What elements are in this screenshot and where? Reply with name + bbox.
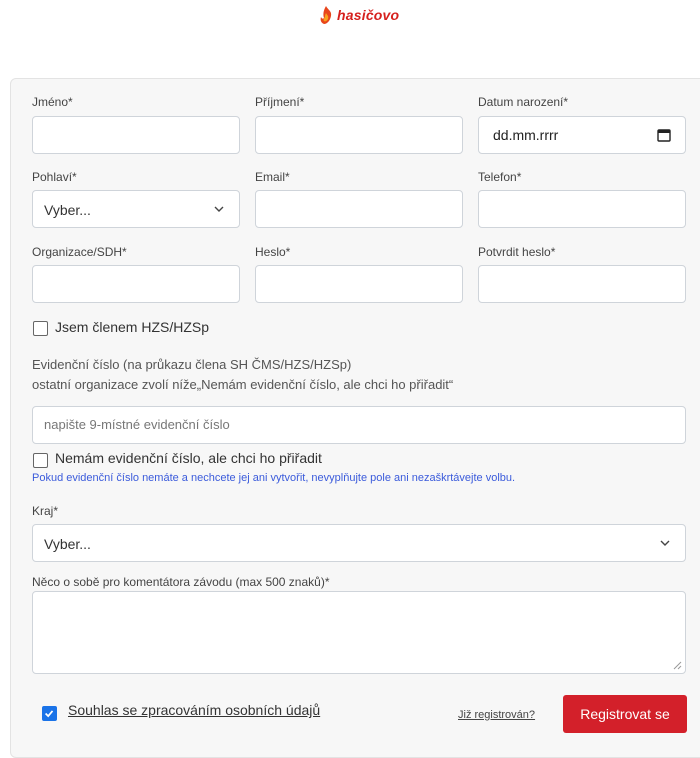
first-name-input[interactable] xyxy=(32,116,240,154)
brand-name: hasičovo xyxy=(337,7,400,23)
flame-logo-icon xyxy=(320,6,332,24)
registration-form: Jméno* Příjmení* Datum narození* dd.mm.r… xyxy=(10,78,700,758)
chevron-down-icon xyxy=(660,540,670,546)
gender-select[interactable]: Vyber... xyxy=(32,190,240,228)
already-registered-link[interactable]: Již registrován? xyxy=(458,709,535,721)
evidence-description-line2: ostatní organizace zvolí níže„Nemám evid… xyxy=(32,377,454,392)
birth-date-label: Datum narození* xyxy=(478,95,569,109)
no-evidence-checkbox[interactable] xyxy=(33,453,48,468)
gender-label: Pohlaví* xyxy=(32,170,77,184)
consent-checkbox[interactable] xyxy=(42,706,57,721)
phone-label: Telefon* xyxy=(478,170,522,184)
about-textarea[interactable] xyxy=(32,591,686,674)
gender-value: Vyber... xyxy=(44,202,91,218)
password-confirm-input[interactable] xyxy=(478,265,686,303)
checkmark-icon xyxy=(44,710,54,718)
consent-link[interactable]: Souhlas se zpracováním osobních údajů xyxy=(68,702,320,718)
resize-handle-icon[interactable] xyxy=(673,661,682,670)
calendar-icon[interactable] xyxy=(657,128,671,142)
birth-date-input[interactable]: dd.mm.rrrr xyxy=(478,116,686,154)
region-value: Vyber... xyxy=(44,536,91,552)
evidence-description-line1: Evidenční číslo (na průkazu člena SH ČMS… xyxy=(32,357,352,372)
member-checkbox-label: Jsem členem HZS/HZSp xyxy=(55,319,210,335)
birth-date-value: dd.mm.rrrr xyxy=(493,127,559,143)
organization-input[interactable] xyxy=(32,265,240,303)
first-name-label: Jméno* xyxy=(32,95,73,109)
register-button[interactable]: Registrovat se xyxy=(563,695,687,733)
evidence-number-input[interactable]: napište 9-místné evidenční číslo xyxy=(32,406,686,444)
evidence-help-text: Pokud evidenční číslo nemáte a nechcete … xyxy=(32,472,516,484)
last-name-input[interactable] xyxy=(255,116,463,154)
phone-input[interactable] xyxy=(478,190,686,228)
chevron-down-icon xyxy=(214,206,224,212)
about-label: Něco o sobě pro komentátora závodu (max … xyxy=(32,575,330,589)
brand-logo: hasičovo xyxy=(318,5,399,25)
last-name-label: Příjmení* xyxy=(255,95,305,109)
email-input[interactable] xyxy=(255,190,463,228)
password-input[interactable] xyxy=(255,265,463,303)
password-confirm-label: Potvrdit heslo* xyxy=(478,245,556,259)
member-checkbox[interactable] xyxy=(33,321,48,336)
password-label: Heslo* xyxy=(255,245,291,259)
evidence-number-placeholder: napište 9-místné evidenční číslo xyxy=(44,417,230,432)
email-label: Email* xyxy=(255,170,290,184)
no-evidence-checkbox-label: Nemám evidenční číslo, ale chci ho přiřa… xyxy=(55,450,322,466)
region-select[interactable]: Vyber... xyxy=(32,524,686,562)
region-label: Kraj* xyxy=(32,504,59,518)
organization-label: Organizace/SDH* xyxy=(32,245,127,259)
